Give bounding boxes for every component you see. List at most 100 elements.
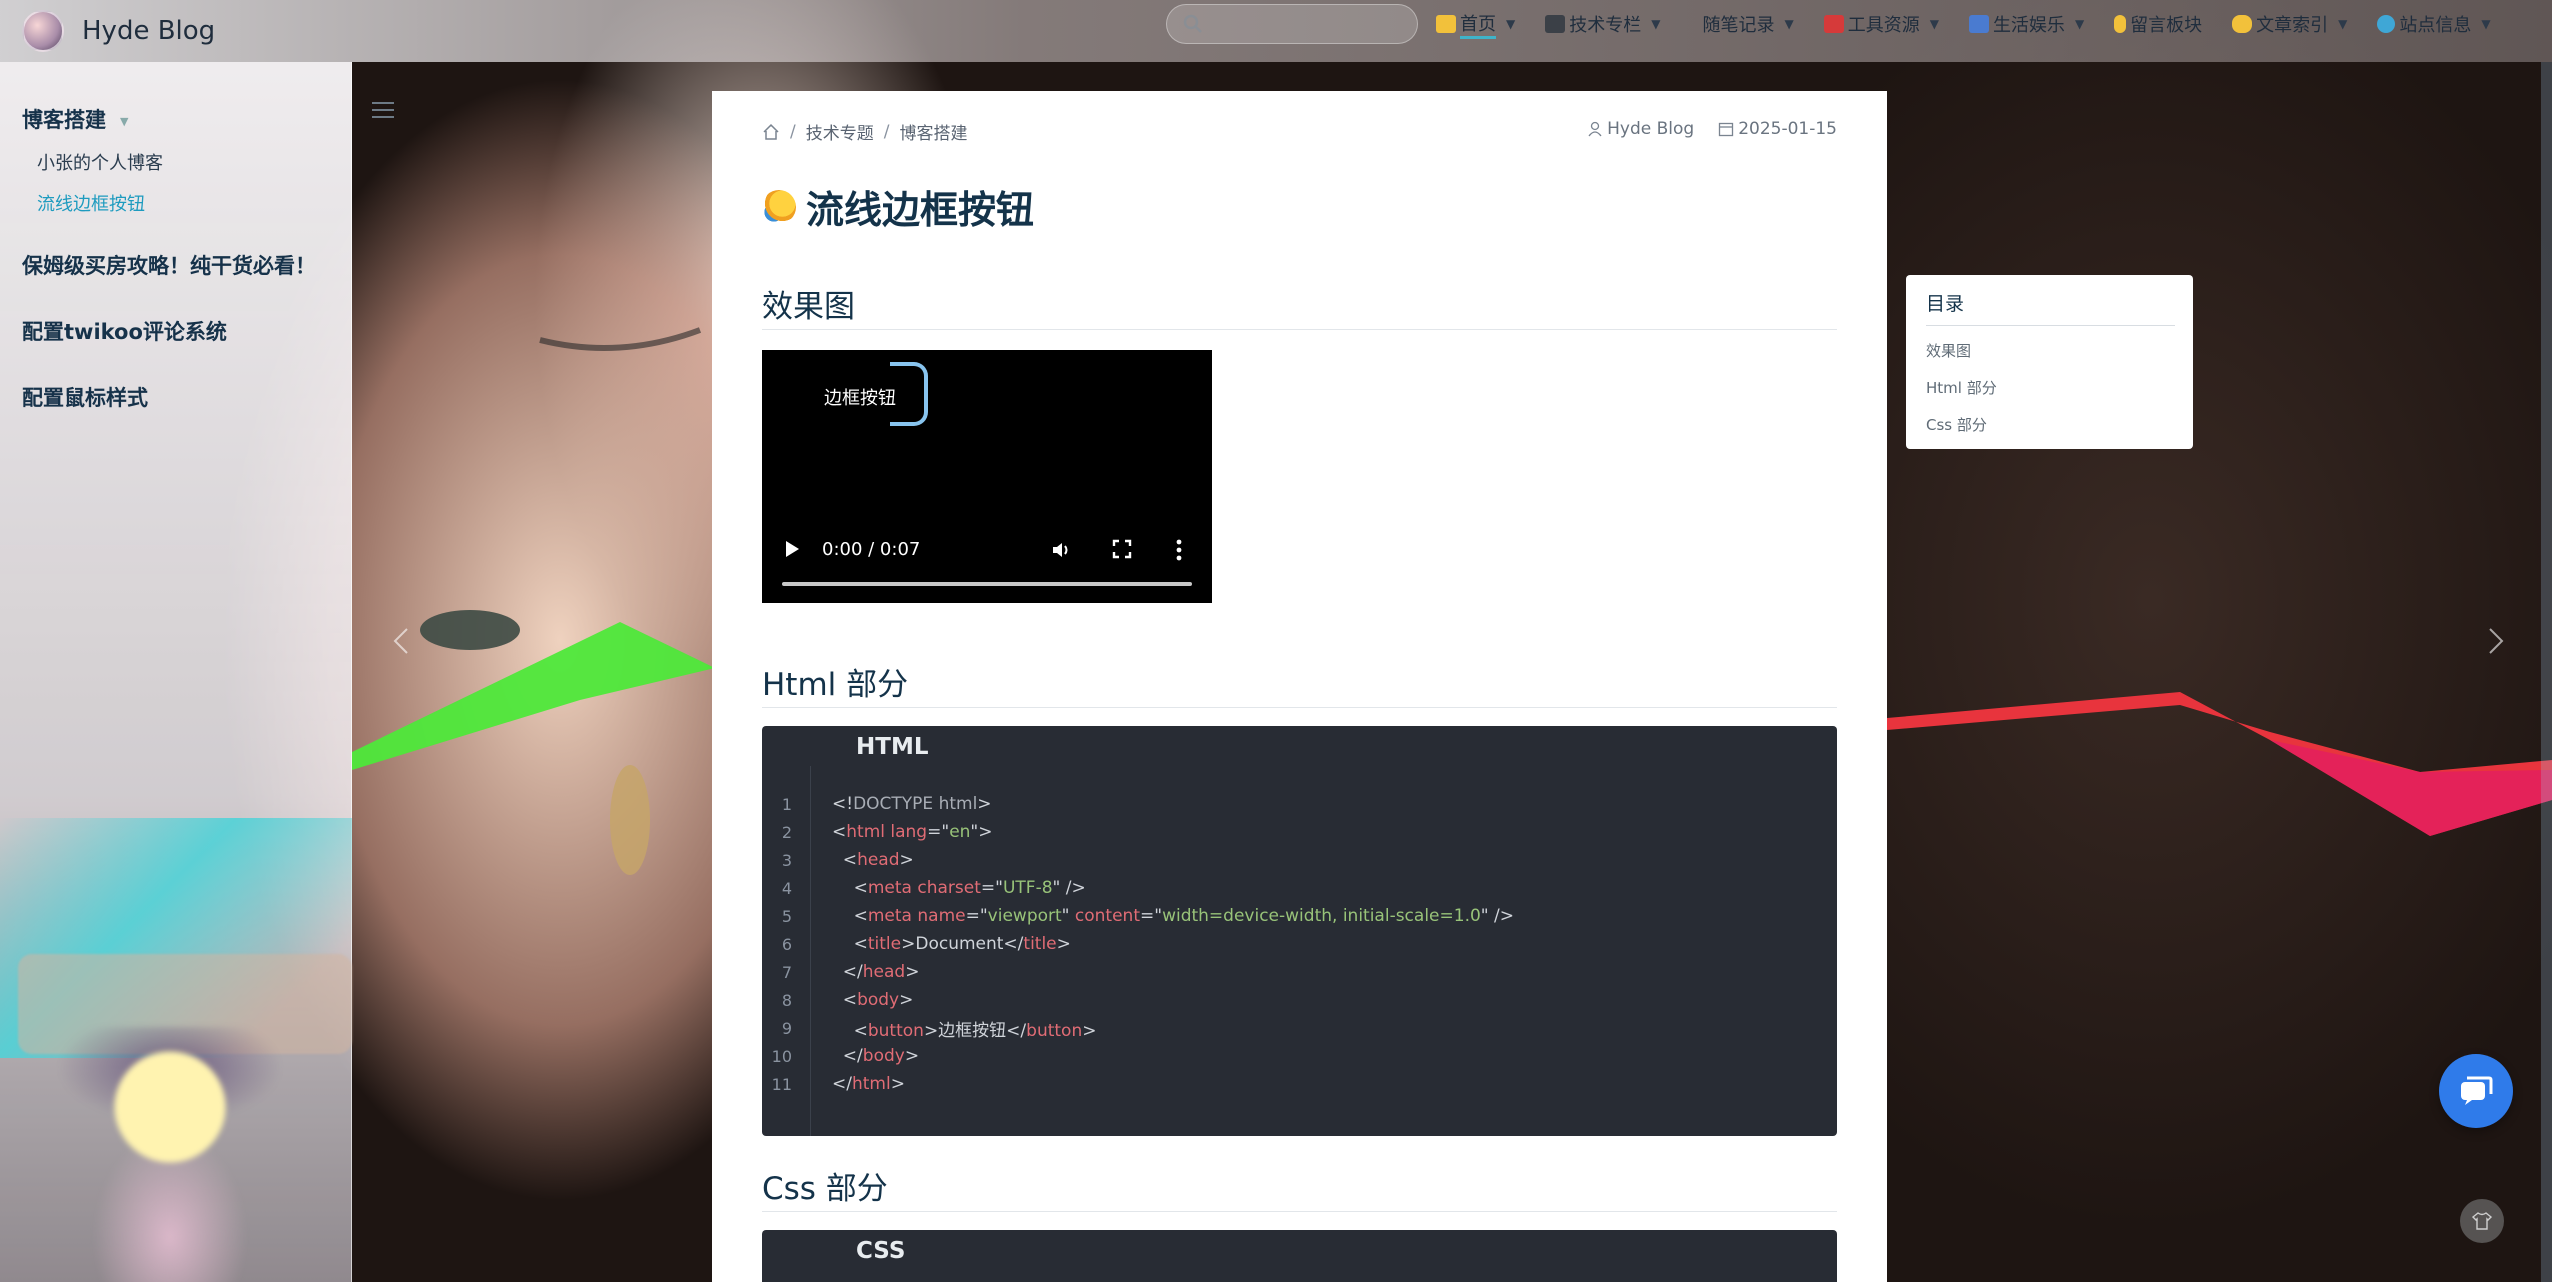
toc-title: 目录 — [1926, 293, 1965, 315]
code-line: 3 <head> — [762, 846, 1514, 874]
video-player[interactable]: 边框按钮 0:00 / 0:07 — [762, 350, 1212, 603]
monitor-icon — [1545, 15, 1566, 33]
line-number: 2 — [781, 822, 792, 842]
left-sidebar: 博客搭建 ▼ 小张的个人博客 流线边框按钮 保姆级买房攻略！纯干货必看！ 配置tw… — [0, 62, 352, 1282]
code-language-label: CSS — [856, 1238, 906, 1264]
line-number: 9 — [781, 1018, 792, 1038]
toc-item[interactable]: Css 部分 — [1926, 414, 1987, 435]
menu-toggle-icon[interactable] — [372, 102, 394, 120]
chevron-right-icon[interactable] — [2487, 626, 2505, 656]
page-title-text: 流线边框按钮 — [806, 188, 1035, 232]
page-title: 流线边框按钮 — [762, 179, 1034, 234]
play-icon[interactable] — [786, 541, 799, 557]
line-number: 7 — [781, 962, 792, 982]
sidebar-group-blog-setup[interactable]: 博客搭建 ▼ — [22, 104, 128, 134]
nav-item-tools[interactable]: 工具资源 ▼ — [1823, 8, 1939, 40]
code-lines: 1 <!DOCTYPE html> 2 <html lang="en"> 3 <he… — [762, 790, 1514, 1098]
sidebar-group-label: 配置鼠标样式 — [22, 386, 148, 410]
nav-label: 技术专栏 — [1569, 15, 1642, 36]
code-line: 7 </head> — [762, 958, 1514, 986]
video-demo-label: 边框按钮 — [824, 388, 896, 409]
video-time: 0:00 / 0:07 — [822, 539, 921, 560]
post-meta: Hyde Blog 2025-01-15 — [1587, 119, 1837, 139]
code-block-html[interactable]: HTML 1 <!DOCTYPE html> 2 <html lang="en"> … — [762, 726, 1837, 1136]
breadcrumb-item[interactable]: 技术专题 — [806, 119, 874, 144]
article-card: / 技术专题 / 博客搭建 Hyde Blog 2025-01-15 流线边框按… — [712, 91, 1887, 1282]
toc-item[interactable]: 效果图 — [1926, 340, 1971, 361]
nav-label: 留言板块 — [2130, 15, 2203, 36]
chevron-down-icon: ▼ — [1929, 17, 1939, 31]
home-icon[interactable] — [762, 123, 780, 141]
breadcrumb: / 技术专题 / 博客搭建 — [762, 119, 967, 144]
chevron-down-icon: ▼ — [1651, 17, 1661, 31]
sidebar-group-house-guide[interactable]: 保姆级买房攻略！纯干货必看！ — [22, 250, 316, 280]
chevron-down-icon: ▼ — [2481, 17, 2491, 31]
code-line: 6 <title>Document</title> — [762, 930, 1514, 958]
sidebar-item-label: 小张的个人博客 — [37, 153, 163, 174]
nav-item-archive[interactable]: 文章索引 ▼ — [2232, 8, 2347, 40]
line-number: 5 — [781, 906, 792, 926]
more-options-icon[interactable] — [1176, 539, 1182, 561]
sidebar-item-streamline-button[interactable]: 流线边框按钮 — [37, 190, 145, 216]
search-input[interactable] — [1166, 4, 1418, 44]
breadcrumb-item[interactable]: 博客搭建 — [899, 119, 967, 144]
code-line: 4 <meta charset="UTF-8" /> — [762, 874, 1514, 902]
pen-icon — [1690, 15, 1698, 33]
code-line: 1 <!DOCTYPE html> — [762, 790, 1514, 818]
line-number: 10 — [771, 1046, 792, 1066]
code-line: 10 </body> — [762, 1042, 1514, 1070]
breadcrumb-separator: / — [790, 121, 796, 142]
nav-item-site-info[interactable]: 站点信息 ▼ — [2377, 8, 2491, 40]
chat-icon — [2461, 1076, 2493, 1105]
nav-label: 生活娱乐 — [1992, 15, 2065, 36]
sidebar-group-cursor-style[interactable]: 配置鼠标样式 — [22, 382, 148, 412]
video-progress-bar[interactable] — [782, 582, 1192, 586]
search-icon — [1183, 14, 1202, 33]
code-line: 5 <meta name="viewport" content="width=d… — [762, 902, 1514, 930]
site-title[interactable]: Hyde Blog — [82, 16, 215, 46]
post-date: 2025-01-15 — [1738, 119, 1837, 139]
breadcrumb-separator: / — [883, 121, 890, 142]
fullscreen-icon[interactable] — [1112, 539, 1132, 559]
sidebar-group-label: 博客搭建 — [22, 108, 106, 132]
chevron-left-icon[interactable] — [392, 626, 410, 656]
site-avatar[interactable] — [22, 10, 64, 52]
sidebar-group-twikoo[interactable]: 配置twikoo评论系统 — [22, 316, 227, 346]
theme-switch-button[interactable] — [2460, 1199, 2504, 1243]
sidebar-group-label: 配置twikoo评论系统 — [22, 320, 227, 344]
city-icon — [1968, 15, 1989, 33]
nav-label: 站点信息 — [2399, 15, 2472, 36]
hand-icon — [2232, 15, 2253, 33]
nav-item-guestbook[interactable]: 留言板块 — [2114, 8, 2202, 40]
toc-item[interactable]: Html 部分 — [1926, 377, 1997, 398]
video-demo-border — [890, 362, 928, 426]
chevron-down-icon: ▼ — [2338, 17, 2348, 31]
sidebar-item-personal-blog[interactable]: 小张的个人博客 — [37, 149, 163, 175]
volume-icon[interactable] — [1050, 539, 1072, 561]
globe-icon — [2377, 15, 2396, 33]
nav-item-tech[interactable]: 技术专栏 ▼ — [1545, 8, 1660, 40]
ear-icon — [2114, 15, 2127, 33]
brand[interactable]: Hyde Blog — [22, 10, 215, 52]
video-controls: 0:00 / 0:07 — [762, 523, 1212, 603]
nav-item-home[interactable]: 首页 ▼ — [1436, 8, 1515, 40]
nav-item-life[interactable]: 生活娱乐 ▼ — [1968, 8, 2084, 40]
top-navbar: Hyde Blog 首页 ▼ 技术专栏 ▼ 随笔记录 ▼ 工具资源 ▼ 生活娱乐… — [0, 0, 2552, 62]
nav-item-essays[interactable]: 随笔记录 ▼ — [1690, 8, 1793, 40]
live2d-mascot[interactable] — [60, 1027, 280, 1282]
section-divider — [762, 329, 1837, 330]
post-author[interactable]: Hyde Blog — [1607, 119, 1694, 139]
code-line: 11 </html> — [762, 1070, 1514, 1098]
chat-button[interactable] — [2439, 1054, 2513, 1128]
code-line: 2 <html lang="en"> — [762, 818, 1514, 846]
sidebar-group-label: 保姆级买房攻略！纯干货必看！ — [22, 254, 316, 278]
line-number: 11 — [771, 1074, 792, 1094]
nav-label: 随笔记录 — [1702, 15, 1775, 36]
line-number: 6 — [781, 934, 792, 954]
emoji-icon — [762, 189, 796, 224]
code-line: 8 <body> — [762, 986, 1514, 1014]
line-number: 3 — [781, 850, 792, 870]
chevron-down-icon: ▼ — [1784, 17, 1794, 31]
scrollbar-edge[interactable] — [2541, 62, 2552, 1282]
code-block-css[interactable]: CSS — [762, 1230, 1837, 1282]
